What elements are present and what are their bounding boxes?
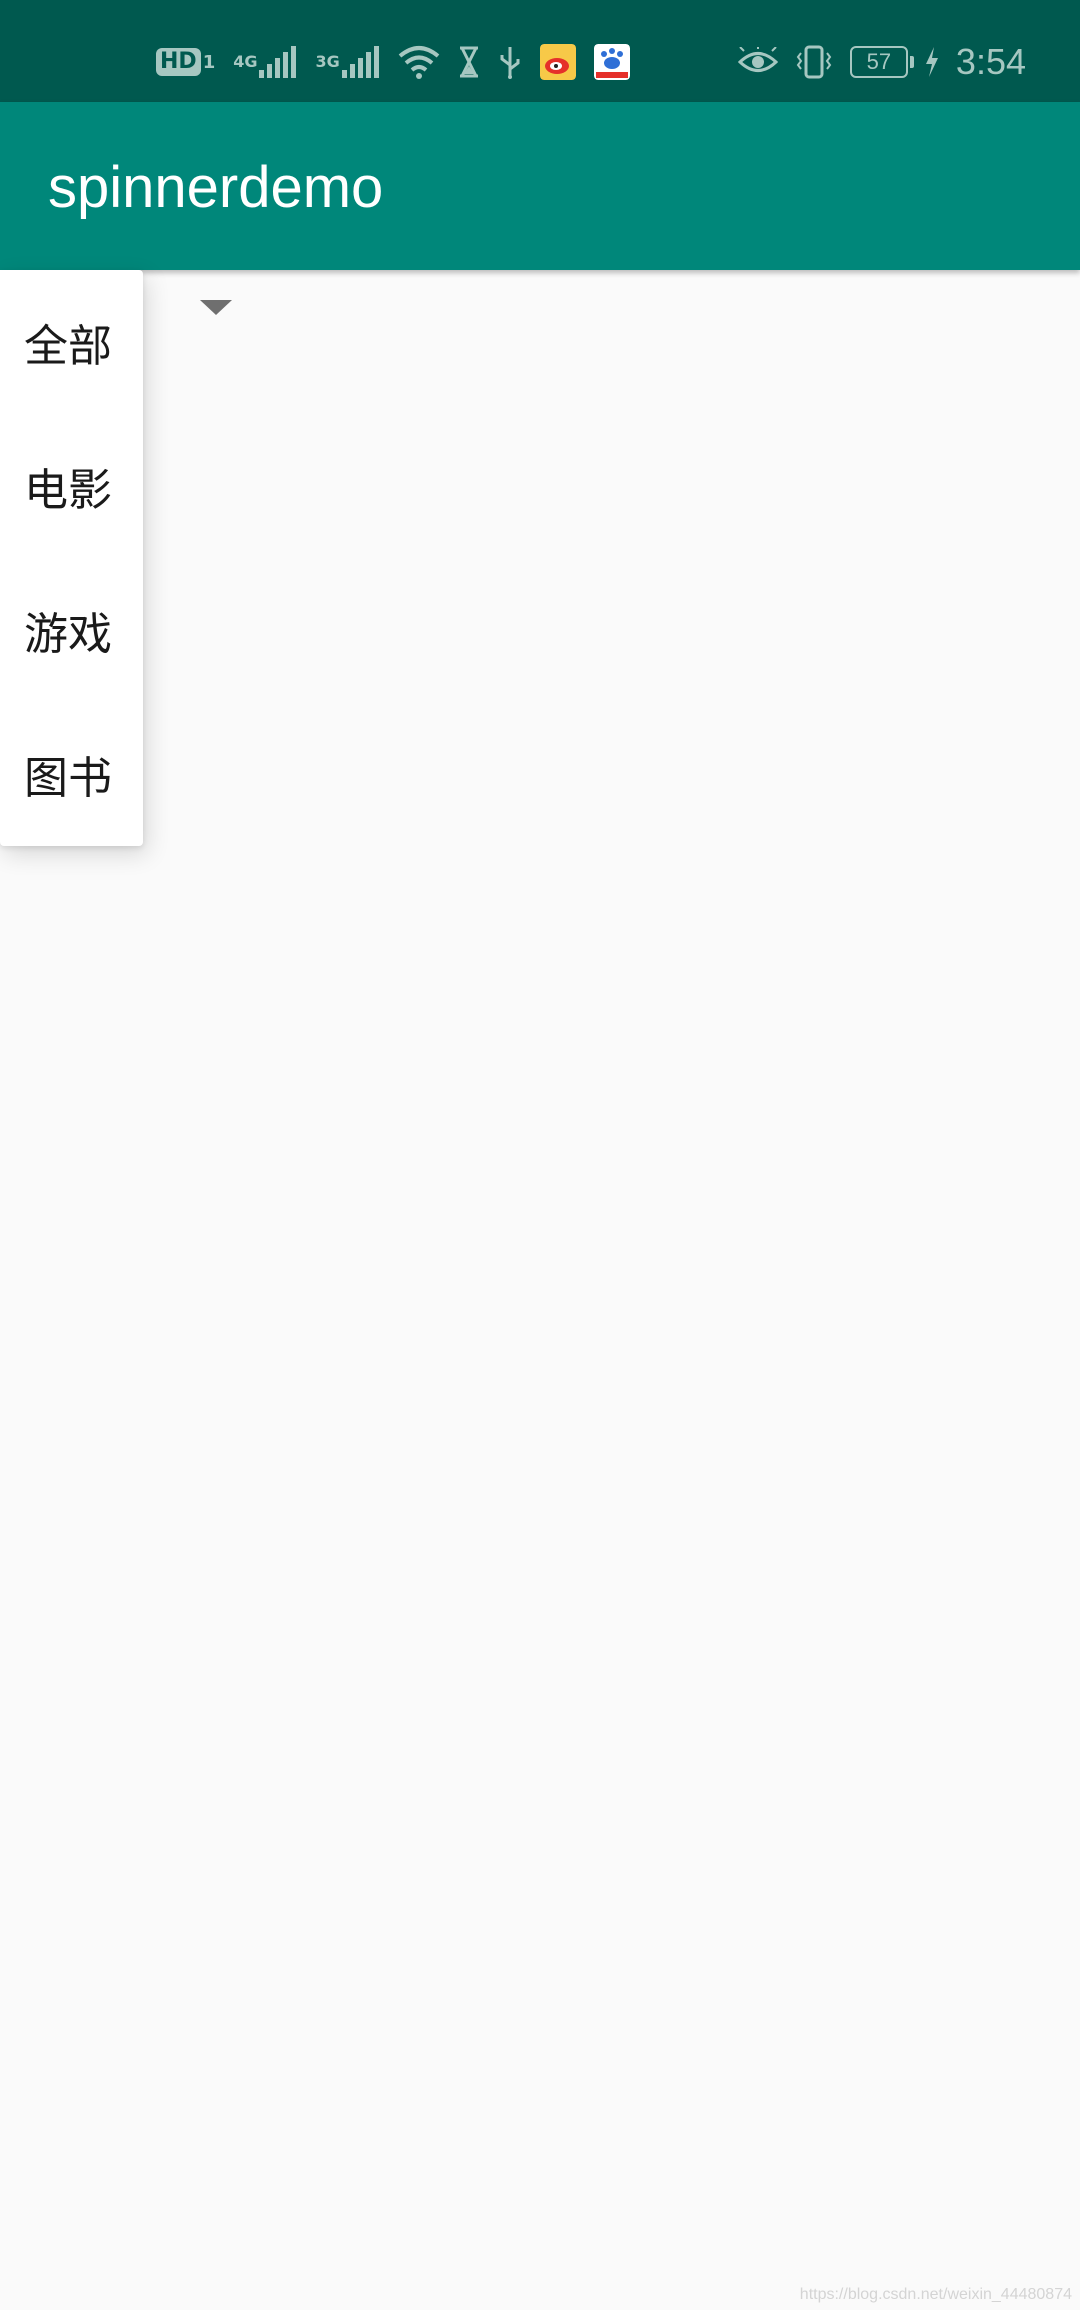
eye-comfort-icon — [737, 47, 778, 77]
weibo-app-icon — [539, 44, 576, 80]
spinner-dropdown-arrow-icon[interactable] — [200, 300, 232, 315]
status-time: 3:54 — [955, 41, 1026, 82]
dropdown-item-game[interactable]: 游戏 — [0, 558, 143, 702]
battery-icon: 57 — [849, 46, 914, 78]
charging-icon — [924, 47, 940, 77]
wifi-icon — [398, 44, 440, 80]
vibrate-icon — [794, 45, 834, 79]
app-toolbar: spinnerdemo — [0, 102, 1080, 270]
signal-4g-icon: 4G — [233, 44, 297, 80]
status-bar-left: HD 1 4G 3G — [156, 36, 630, 88]
dropdown-item-book[interactable]: 图书 — [0, 702, 143, 846]
hd-icon: HD 1 — [156, 48, 215, 76]
spinner-dropdown: 全部 电影 游戏 图书 — [0, 270, 143, 846]
app-title: spinnerdemo — [48, 155, 384, 220]
signal-3g-icon: 3G — [315, 44, 379, 80]
baidu-app-icon — [593, 44, 630, 80]
battery-level: 57 — [866, 49, 892, 74]
usb-icon — [498, 45, 522, 79]
status-bar-right: 57 3:54 — [737, 36, 1026, 88]
status-bar: HD 1 4G 3G 57 3:54 — [0, 0, 1080, 102]
hourglass-icon — [458, 46, 480, 78]
watermark: https://blog.csdn.net/weixin_44480874 — [799, 2286, 1072, 2303]
dropdown-item-movie[interactable]: 电影 — [0, 414, 143, 558]
dropdown-item-all[interactable]: 全部 — [0, 270, 143, 414]
